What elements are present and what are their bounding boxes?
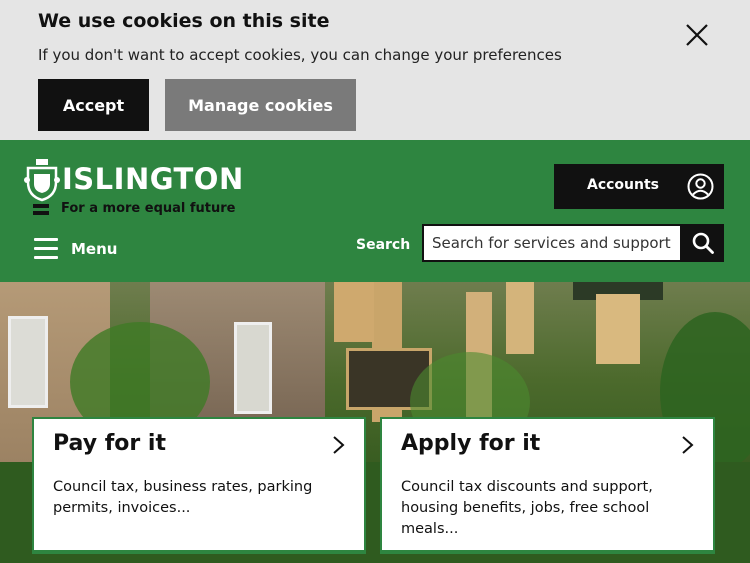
card-pay-for-it[interactable]: Pay for it Council tax, business rates, … — [32, 417, 366, 554]
equals-icon — [33, 204, 49, 216]
cookie-banner-text: If you don't want to accept cookies, you… — [38, 46, 562, 64]
menu-label: Menu — [71, 240, 118, 258]
cookie-banner: We use cookies on this site If you don't… — [0, 0, 750, 140]
hero-bird-box — [334, 282, 374, 342]
card-title: Pay for it — [53, 431, 166, 456]
hamburger-icon — [34, 238, 58, 260]
search-button[interactable] — [682, 224, 724, 262]
hero-bird-box — [506, 282, 534, 354]
logo-wordmark: ISLINGTON — [62, 162, 244, 196]
hero-window — [8, 316, 48, 408]
cookie-banner-title: We use cookies on this site — [38, 10, 330, 32]
card-apply-for-it[interactable]: Apply for it Council tax discounts and s… — [380, 417, 715, 554]
logo-tagline: For a more equal future — [61, 201, 236, 216]
manage-cookies-button[interactable]: Manage cookies — [165, 79, 356, 131]
card-description: Council tax discounts and support, housi… — [401, 479, 653, 537]
crest-icon — [24, 158, 60, 202]
chevron-right-icon — [333, 436, 345, 454]
hero-image: Pay for it Council tax, business rates, … — [0, 282, 750, 563]
accounts-label: Accounts — [587, 177, 660, 193]
card-title: Apply for it — [401, 431, 541, 456]
search-label: Search — [356, 237, 411, 253]
accept-cookies-button[interactable]: Accept — [38, 79, 149, 131]
hero-bee-hotel — [596, 294, 640, 364]
search-icon — [692, 232, 714, 254]
islington-logo[interactable]: ISLINGTON For a more equal future — [24, 156, 243, 222]
accounts-button[interactable]: Accounts — [554, 164, 724, 209]
search-input[interactable] — [422, 224, 682, 262]
close-icon[interactable] — [684, 22, 710, 48]
hero-window — [234, 322, 272, 414]
chevron-right-icon — [682, 436, 694, 454]
card-description: Council tax, business rates, parking per… — [53, 479, 313, 516]
site-header: ISLINGTON For a more equal future Accoun… — [0, 140, 750, 282]
user-icon — [687, 173, 714, 200]
